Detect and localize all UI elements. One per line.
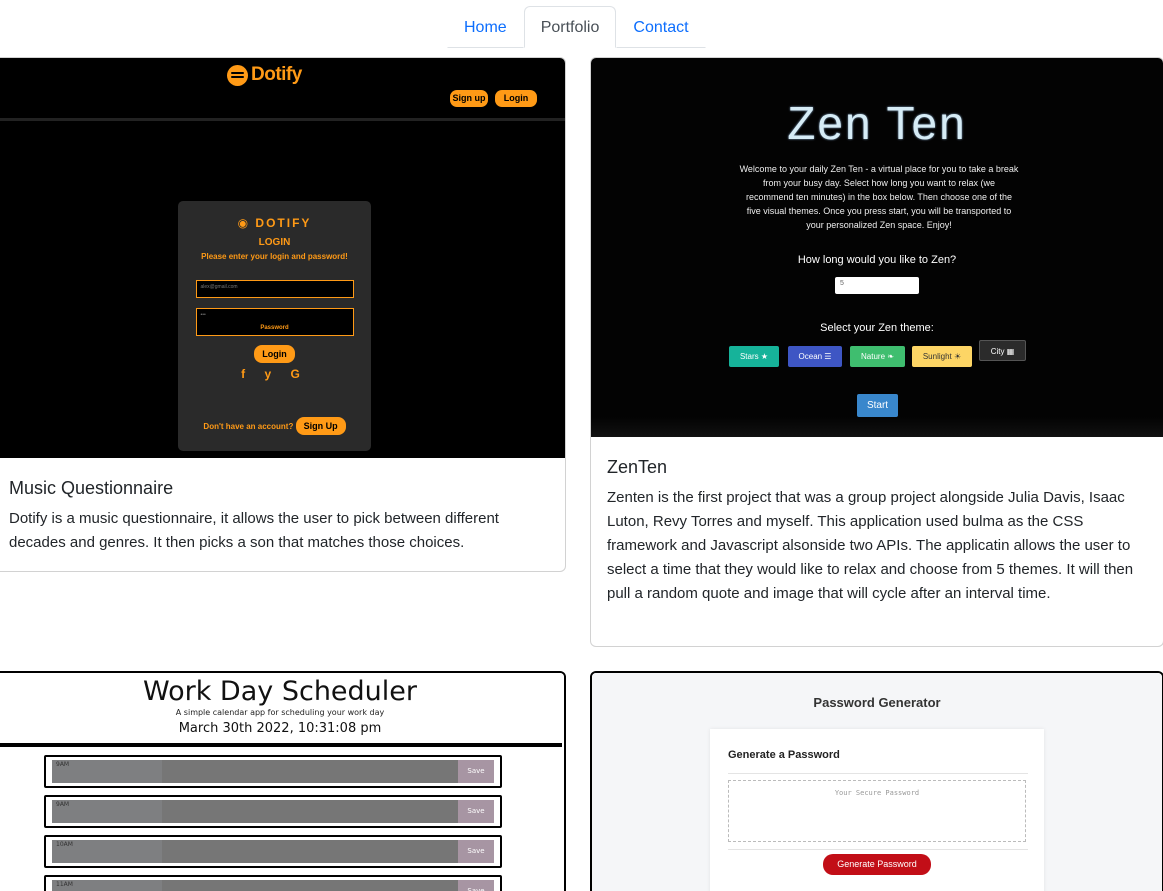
tab-contact[interactable]: Contact	[616, 6, 706, 48]
project-card-scheduler: Work Day Scheduler A simple calendar app…	[0, 671, 566, 891]
scheduler-textarea	[162, 880, 458, 891]
dotify-logo: Dotify	[227, 64, 302, 86]
scheduler-date: March 30th 2022, 10:31:08 pm	[178, 721, 382, 736]
scheduler-save-button: Save	[458, 840, 494, 863]
password-heading: Generate a Password	[728, 749, 840, 761]
card-body: Music Questionnaire Dotify is a music qu…	[0, 458, 565, 571]
scheduler-row: 11AM Save	[44, 875, 502, 891]
password-divider	[728, 849, 1028, 850]
password-divider	[728, 773, 1028, 774]
dotify-divider	[0, 118, 565, 121]
scheduler-screenshot[interactable]: Work Day Scheduler A simple calendar app…	[0, 673, 564, 891]
scheduler-textarea	[162, 800, 458, 823]
password-title: Password Generator	[813, 695, 941, 710]
zenten-theme-label: Select your Zen theme:	[820, 322, 934, 334]
scheduler-row: 9AM Save	[44, 755, 502, 788]
password-screenshot[interactable]: Password Generator Generate a Password Y…	[592, 673, 1162, 891]
card-body: ZenTen Zenten is the first project that …	[591, 437, 1163, 622]
zenten-theme-stars: Stars ★	[729, 346, 779, 367]
project-card-zenten: Zen Ten Welcome to your daily Zen Ten - …	[590, 57, 1163, 647]
zenten-theme-city: City ▦	[979, 340, 1026, 361]
dotify-screenshot[interactable]: Dotify Sign up Login ◉ DOTIFY LOGIN Plea…	[0, 58, 565, 458]
scheduler-textarea	[162, 760, 458, 783]
scheduler-hour: 11AM	[52, 880, 162, 891]
scheduler-title: Work Day Scheduler	[142, 676, 418, 707]
scheduler-save-button: Save	[458, 760, 494, 783]
dotify-brand: ◉ DOTIFY	[237, 216, 312, 230]
generate-password-button: Generate Password	[823, 854, 931, 875]
dotify-social-icons: f y G	[241, 367, 308, 381]
scheduler-divider	[0, 743, 562, 747]
zenten-minutes-input: 5	[835, 277, 919, 294]
dotify-password-field: ••• Password	[195, 308, 354, 336]
scheduler-row: 9AM Save	[44, 795, 502, 828]
scheduler-subtitle: A simple calendar app for scheduling you…	[175, 708, 385, 717]
dotify-signup-submit: Sign Up	[295, 417, 346, 435]
zenten-welcome: Welcome to your daily Zen Ten - a virtua…	[739, 164, 1019, 230]
tab-home[interactable]: Home	[447, 6, 524, 48]
dotify-password-label: Password	[260, 325, 289, 331]
dotify-login-button: Login	[495, 90, 537, 107]
zenten-theme-nature: Nature ❧	[850, 346, 905, 367]
zenten-bottom-strip	[591, 417, 1163, 437]
card-text: Dotify is a music questionnaire, it allo…	[9, 510, 499, 551]
project-card-password: Password Generator Generate a Password Y…	[590, 671, 1163, 891]
project-card-dotify: Dotify Sign up Login ◉ DOTIFY LOGIN Plea…	[0, 57, 566, 572]
card-title: ZenTen	[607, 457, 668, 477]
tab-portfolio[interactable]: Portfolio	[523, 6, 617, 48]
zenten-question: How long would you like to Zen?	[797, 254, 957, 266]
scheduler-hour: 9AM	[52, 800, 162, 823]
zenten-theme-ocean: Ocean ☰	[788, 346, 842, 367]
zenten-start-button: Start	[857, 394, 898, 417]
zenten-theme-sunlight: Sunlight ☀	[912, 346, 972, 367]
scheduler-hour: 10AM	[52, 840, 162, 863]
card-title: Music Questionnaire	[9, 478, 174, 498]
password-output: Your Secure Password	[728, 780, 1026, 842]
scheduler-textarea	[162, 840, 458, 863]
scheduler-save-button: Save	[458, 800, 494, 823]
dotify-password-dots: •••	[200, 312, 206, 318]
zenten-heading: Zen Ten	[787, 97, 967, 149]
dotify-hint: Please enter your login and password!	[201, 252, 348, 261]
scheduler-hour: 9AM	[52, 760, 162, 783]
dotify-logo-text: Dotify	[251, 64, 302, 85]
scheduler-save-button: Save	[458, 880, 494, 891]
zenten-screenshot[interactable]: Zen Ten Welcome to your daily Zen Ten - …	[591, 58, 1163, 437]
nav-tabs: Home Portfolio Contact	[447, 6, 706, 48]
scheduler-row: 10AM Save	[44, 835, 502, 868]
dotify-login-panel: ◉ DOTIFY LOGIN Please enter your login a…	[178, 201, 371, 451]
password-panel: Generate a Password Your Secure Password…	[710, 729, 1044, 891]
dotify-email-field: alex@gmail.com	[195, 280, 354, 298]
dotify-no-account: Don't have an account? Sign Up	[178, 417, 371, 435]
dotify-login-submit: Login	[254, 345, 295, 363]
dotify-login-heading: LOGIN	[258, 237, 291, 248]
spotify-icon	[227, 64, 248, 86]
dotify-signup-button: Sign up	[450, 90, 488, 107]
card-text: Zenten is the first project that was a g…	[607, 489, 1134, 602]
